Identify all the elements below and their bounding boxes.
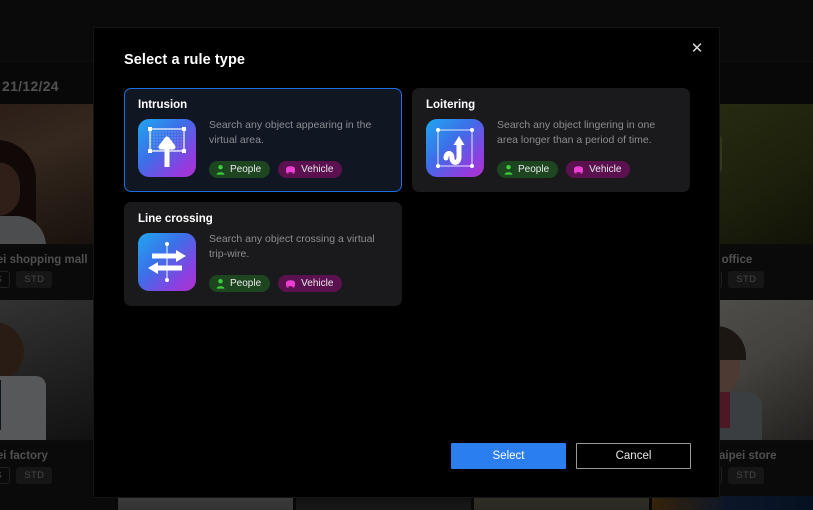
badge-label: Vehicle — [301, 278, 333, 289]
rule-card-badges: People Vehicle — [209, 161, 391, 178]
status-badge-vehicle: Vehicle — [566, 161, 630, 178]
app-root: 21/12/24 Taipei shopping mall ESS STD — [0, 0, 813, 510]
car-icon — [285, 279, 296, 288]
person-icon — [504, 165, 513, 175]
car-icon — [285, 165, 296, 174]
rule-card-body: Search any object appearing in the virtu… — [209, 118, 391, 178]
status-badge-people: People — [209, 275, 270, 292]
rule-card-title: Loitering — [426, 99, 475, 111]
status-badge-vehicle: Vehicle — [278, 275, 342, 292]
badge-label: People — [230, 164, 261, 175]
close-icon[interactable]: ✕ — [683, 35, 711, 61]
rule-card-description: Search any object appearing in the virtu… — [209, 118, 391, 148]
rule-card-description: Search any object crossing a virtual tri… — [209, 232, 391, 262]
car-icon — [573, 165, 584, 174]
person-icon — [216, 165, 225, 175]
status-badge-vehicle: Vehicle — [278, 161, 342, 178]
dialog-title: Select a rule type — [124, 52, 245, 68]
intrusion-area-icon — [138, 119, 196, 177]
rule-card-badges: People Vehicle — [497, 161, 679, 178]
rule-card-body: Search any object lingering in one area … — [497, 118, 679, 178]
badge-label: People — [230, 278, 261, 289]
dialog-footer: Select Cancel — [94, 425, 719, 497]
rule-card-title: Intrusion — [138, 99, 187, 111]
status-badge-people: People — [209, 161, 270, 178]
rule-card-body: Search any object crossing a virtual tri… — [209, 232, 391, 292]
badge-label: Vehicle — [589, 164, 621, 175]
rule-card-loitering[interactable]: Loitering Search any object lingering in… — [412, 88, 690, 192]
line-crossing-icon — [138, 233, 196, 291]
select-button[interactable]: Select — [451, 443, 566, 469]
rule-card-description: Search any object lingering in one area … — [497, 118, 679, 148]
cancel-button[interactable]: Cancel — [576, 443, 691, 469]
loitering-path-icon — [426, 119, 484, 177]
rule-card-line-crossing[interactable]: Line crossing Search any object crossing… — [124, 202, 402, 306]
person-icon — [216, 279, 225, 289]
badge-label: People — [518, 164, 549, 175]
rule-card-title: Line crossing — [138, 213, 213, 225]
status-badge-people: People — [497, 161, 558, 178]
rule-card-intrusion[interactable]: Intrusion — [124, 88, 402, 192]
badge-label: Vehicle — [301, 164, 333, 175]
rule-card-badges: People Vehicle — [209, 275, 391, 292]
select-rule-type-dialog: ✕ Select a rule type Intrusion — [94, 28, 719, 497]
